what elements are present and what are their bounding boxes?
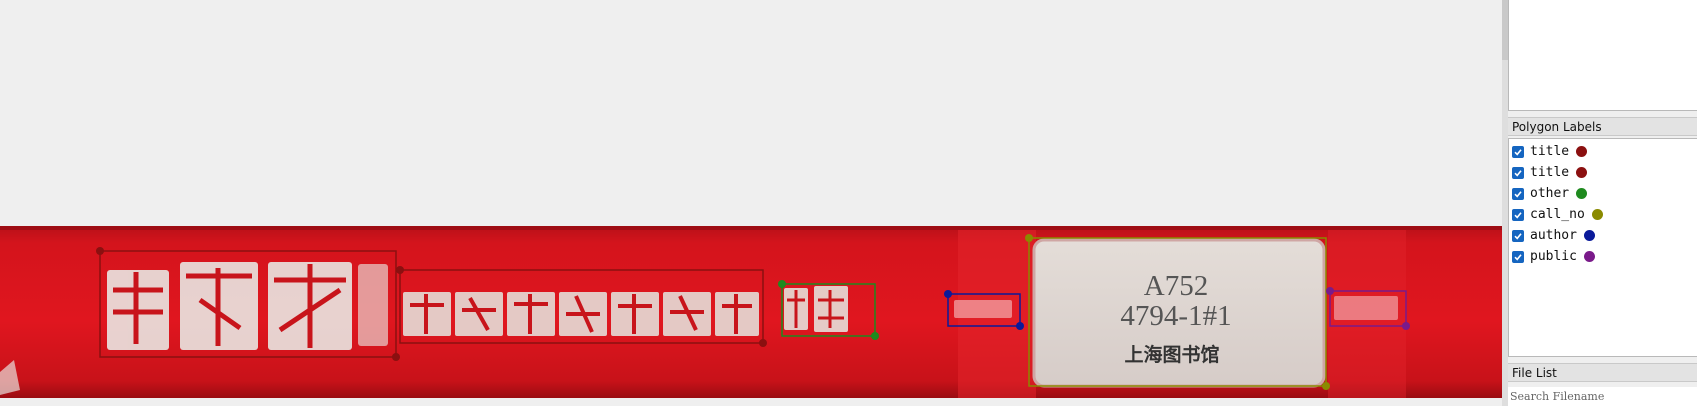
labeling-app-window: A752 4794-1#1 上海图书馆 Polygon Labels title… xyxy=(0,0,1697,406)
label-name: other xyxy=(1530,186,1570,201)
call-label-line2: 4794-1#1 xyxy=(1120,300,1231,332)
polygon-label-item[interactable]: title xyxy=(1512,162,1697,183)
checkmark-icon xyxy=(1514,190,1522,198)
label-name: title xyxy=(1530,165,1570,180)
label-color-dot xyxy=(1591,209,1603,220)
checkmark-icon xyxy=(1514,211,1522,219)
call-label-line3: 上海图书馆 xyxy=(1124,343,1219,366)
label-checkbox[interactable] xyxy=(1512,250,1524,263)
checkmark-icon xyxy=(1514,232,1522,240)
file-list-header: File List xyxy=(1508,363,1697,382)
book-spine-image: A752 4794-1#1 上海图书馆 xyxy=(0,226,1502,398)
polygon-labels-header: Polygon Labels xyxy=(1508,117,1697,136)
label-name: public xyxy=(1530,249,1577,264)
search-filename-input[interactable] xyxy=(1508,387,1697,406)
label-checkbox[interactable] xyxy=(1512,208,1524,221)
call-label-line1: A752 xyxy=(1144,270,1208,302)
polygon-label-item[interactable]: title xyxy=(1512,141,1697,162)
annotation-canvas[interactable]: A752 4794-1#1 上海图书馆 xyxy=(0,0,1502,406)
polygon-label-item[interactable]: other xyxy=(1512,183,1697,204)
label-color-dot xyxy=(1583,251,1595,262)
checkmark-icon xyxy=(1514,253,1522,261)
label-color-dot xyxy=(1576,167,1588,178)
label-checkbox[interactable] xyxy=(1512,145,1524,158)
label-checkbox[interactable] xyxy=(1512,166,1524,179)
label-checkbox[interactable] xyxy=(1512,229,1524,242)
checkmark-icon xyxy=(1514,169,1522,177)
label-name: call_no xyxy=(1530,207,1585,222)
checkmark-icon xyxy=(1514,148,1522,156)
label-checkbox[interactable] xyxy=(1512,187,1524,200)
top-dock-panel xyxy=(1508,0,1697,111)
polygon-label-item[interactable]: author xyxy=(1512,225,1697,246)
label-color-dot xyxy=(1583,230,1595,241)
label-color-dot xyxy=(1576,188,1588,199)
label-color-dot xyxy=(1576,146,1588,157)
polygon-label-item[interactable]: call_no xyxy=(1512,204,1697,225)
label-name: author xyxy=(1530,228,1577,243)
canvas-svg[interactable]: A752 4794-1#1 上海图书馆 xyxy=(0,0,1502,406)
label-name: title xyxy=(1530,144,1570,159)
polygon-label-item[interactable]: public xyxy=(1512,246,1697,267)
